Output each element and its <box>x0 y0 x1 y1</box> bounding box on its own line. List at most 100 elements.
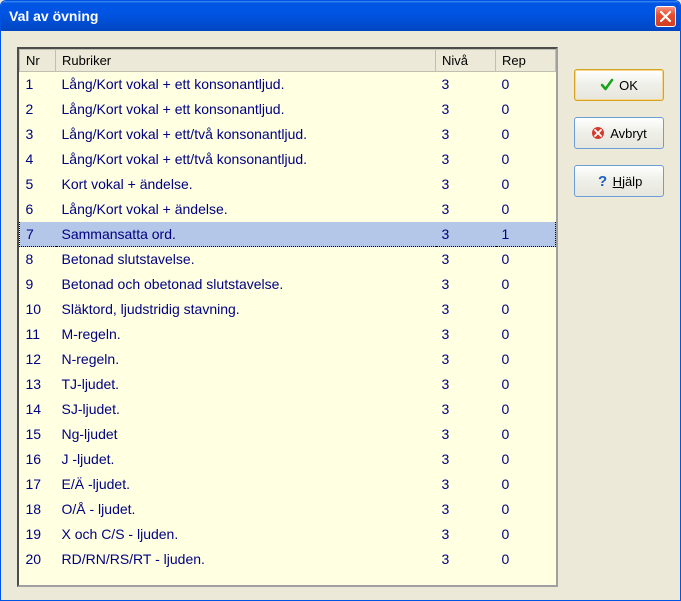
cell-rubrik: M-regeln. <box>56 322 436 347</box>
cell-nr: 6 <box>20 197 56 222</box>
table-row[interactable]: 12N-regeln.30 <box>20 347 556 372</box>
ok-label: OK <box>619 78 638 93</box>
cell-rubrik: E/Ä -ljudet. <box>56 472 436 497</box>
cell-niva: 3 <box>436 347 496 372</box>
cell-rep: 0 <box>496 422 556 447</box>
cell-rep: 0 <box>496 247 556 272</box>
cell-rep: 0 <box>496 347 556 372</box>
table-row[interactable]: 7Sammansatta ord.31 <box>20 222 556 247</box>
cell-rep: 0 <box>496 372 556 397</box>
cell-niva: 3 <box>436 197 496 222</box>
table-row[interactable]: 16J -ljudet.30 <box>20 447 556 472</box>
cell-rep: 0 <box>496 72 556 97</box>
table-row[interactable]: 9Betonad och obetonad slutstavelse.30 <box>20 272 556 297</box>
cell-nr: 10 <box>20 297 56 322</box>
table-row[interactable]: 14SJ-ljudet.30 <box>20 397 556 422</box>
cell-rep: 0 <box>496 547 556 572</box>
cell-rubrik: Lång/Kort vokal + ett konsonantljud. <box>56 97 436 122</box>
help-label: Hjälp <box>613 174 643 189</box>
cell-rubrik: J -ljudet. <box>56 447 436 472</box>
cell-niva: 3 <box>436 272 496 297</box>
cell-niva: 3 <box>436 397 496 422</box>
cell-nr: 1 <box>20 72 56 97</box>
table-row[interactable]: 13TJ-ljudet.30 <box>20 372 556 397</box>
cell-nr: 8 <box>20 247 56 272</box>
cell-niva: 3 <box>436 172 496 197</box>
cell-niva: 3 <box>436 122 496 147</box>
cell-niva: 3 <box>436 497 496 522</box>
cell-niva: 3 <box>436 72 496 97</box>
cell-rep: 0 <box>496 497 556 522</box>
cell-nr: 15 <box>20 422 56 447</box>
table-row[interactable]: 8Betonad slutstavelse.30 <box>20 247 556 272</box>
cell-nr: 18 <box>20 497 56 522</box>
cell-rubrik: Ng-ljudet <box>56 422 436 447</box>
cell-rep: 0 <box>496 272 556 297</box>
col-header-rep[interactable]: Rep <box>496 50 556 72</box>
cell-nr: 19 <box>20 522 56 547</box>
cell-nr: 14 <box>20 397 56 422</box>
cell-rep: 0 <box>496 397 556 422</box>
cell-niva: 3 <box>436 372 496 397</box>
cell-nr: 16 <box>20 447 56 472</box>
cell-nr: 20 <box>20 547 56 572</box>
cell-rubrik: Sammansatta ord. <box>56 222 436 247</box>
table-row[interactable]: 2Lång/Kort vokal + ett konsonantljud.30 <box>20 97 556 122</box>
cancel-button[interactable]: Avbryt <box>574 117 664 149</box>
cell-rubrik: Lång/Kort vokal + ändelse. <box>56 197 436 222</box>
table-row[interactable]: 6Lång/Kort vokal + ändelse.30 <box>20 197 556 222</box>
table-row[interactable]: 18O/Å - ljudet.30 <box>20 497 556 522</box>
cell-niva: 3 <box>436 547 496 572</box>
help-icon: ? <box>596 173 608 189</box>
cell-rep: 1 <box>496 222 556 247</box>
col-header-rubriker[interactable]: Rubriker <box>56 50 436 72</box>
table-row[interactable]: 11M-regeln.30 <box>20 322 556 347</box>
table-row[interactable]: 1Lång/Kort vokal + ett konsonantljud.30 <box>20 72 556 97</box>
table-row[interactable]: 15Ng-ljudet30 <box>20 422 556 447</box>
cell-niva: 3 <box>436 97 496 122</box>
cell-rubrik: O/Å - ljudet. <box>56 497 436 522</box>
col-header-nr[interactable]: Nr <box>20 50 56 72</box>
cell-niva: 3 <box>436 322 496 347</box>
cell-rubrik: Betonad slutstavelse. <box>56 247 436 272</box>
close-icon <box>660 11 671 22</box>
table-row[interactable]: 5Kort vokal + ändelse.30 <box>20 172 556 197</box>
table-row[interactable]: 19X och C/S - ljuden.30 <box>20 522 556 547</box>
cell-rubrik: X och C/S - ljuden. <box>56 522 436 547</box>
cancel-icon <box>591 126 605 140</box>
cell-rep: 0 <box>496 322 556 347</box>
cell-nr: 3 <box>20 122 56 147</box>
cell-rep: 0 <box>496 522 556 547</box>
dialog-content: Nr Rubriker Nivå Rep 1Lång/Kort vokal + … <box>1 31 680 600</box>
cell-nr: 12 <box>20 347 56 372</box>
table-row[interactable]: 20RD/RN/RS/RT - ljuden.30 <box>20 547 556 572</box>
cell-rubrik: TJ-ljudet. <box>56 372 436 397</box>
table-row[interactable]: 3Lång/Kort vokal + ett/två konsonantljud… <box>20 122 556 147</box>
cell-rubrik: Lång/Kort vokal + ett/två konsonantljud. <box>56 122 436 147</box>
button-column: OK Avbryt ? Hjälp <box>574 47 664 197</box>
table-row[interactable]: 10Släktord, ljudstridig stavning.30 <box>20 297 556 322</box>
svg-text:?: ? <box>598 173 607 189</box>
exercise-table[interactable]: Nr Rubriker Nivå Rep 1Lång/Kort vokal + … <box>19 49 556 572</box>
table-row[interactable]: 4Lång/Kort vokal + ett/två konsonantljud… <box>20 147 556 172</box>
ok-button[interactable]: OK <box>574 69 664 101</box>
close-button[interactable] <box>655 6 676 27</box>
cell-nr: 11 <box>20 322 56 347</box>
cell-rep: 0 <box>496 172 556 197</box>
table-row[interactable]: 17E/Ä -ljudet.30 <box>20 472 556 497</box>
cell-rubrik: N-regeln. <box>56 347 436 372</box>
cell-nr: 13 <box>20 372 56 397</box>
cell-rep: 0 <box>496 297 556 322</box>
cell-niva: 3 <box>436 447 496 472</box>
cancel-label: Avbryt <box>610 126 647 141</box>
col-header-niva[interactable]: Nivå <box>436 50 496 72</box>
cell-rubrik: Lång/Kort vokal + ett/två konsonantljud. <box>56 147 436 172</box>
cell-nr: 9 <box>20 272 56 297</box>
cell-rubrik: Betonad och obetonad slutstavelse. <box>56 272 436 297</box>
exercise-table-wrap: Nr Rubriker Nivå Rep 1Lång/Kort vokal + … <box>17 47 558 587</box>
cell-niva: 3 <box>436 522 496 547</box>
help-button[interactable]: ? Hjälp <box>574 165 664 197</box>
cell-rep: 0 <box>496 122 556 147</box>
cell-nr: 5 <box>20 172 56 197</box>
cell-rep: 0 <box>496 197 556 222</box>
